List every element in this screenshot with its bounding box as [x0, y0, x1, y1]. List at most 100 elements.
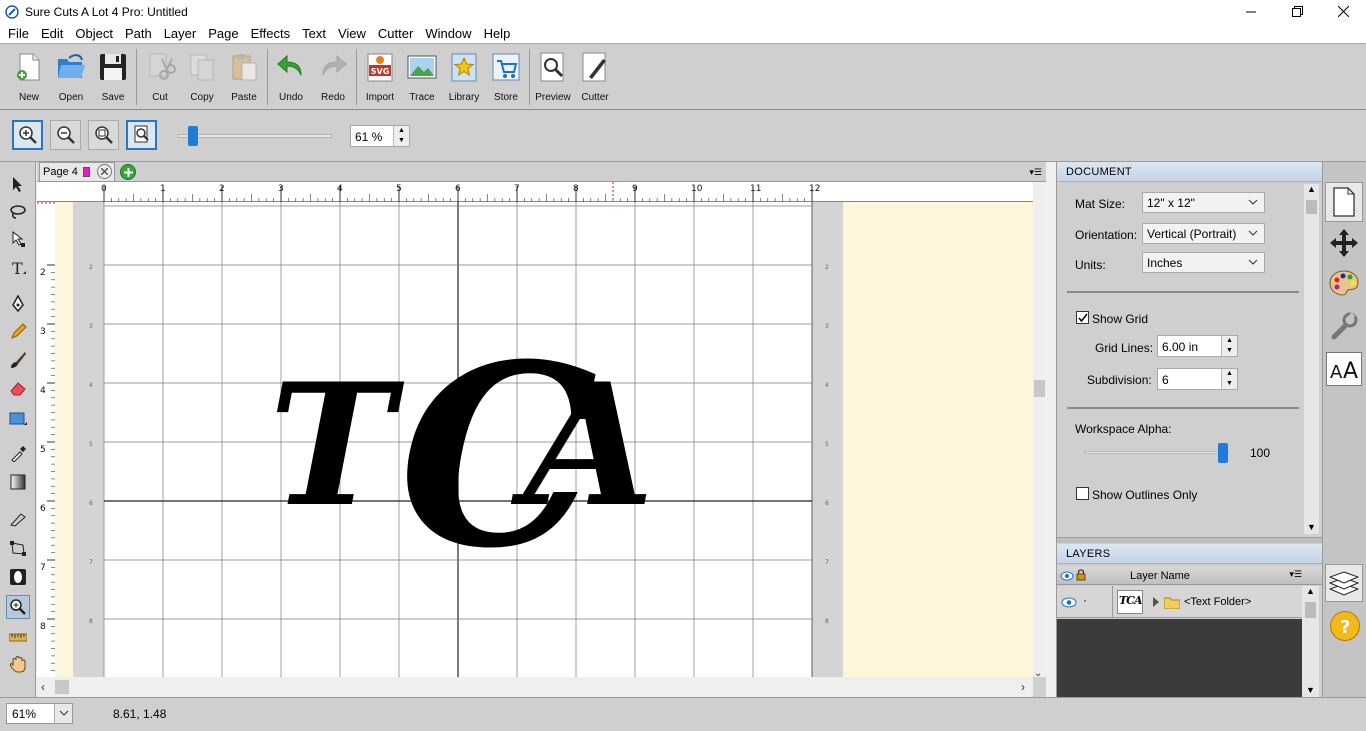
- copy-button[interactable]: Copy: [181, 44, 223, 106]
- menu-text[interactable]: Text: [296, 26, 332, 41]
- help-button[interactable]: ?: [1330, 611, 1360, 641]
- grid-lines-stepper[interactable]: ▲ ▼: [1221, 336, 1237, 356]
- undo-button[interactable]: Undo: [270, 44, 312, 106]
- color-panel-tab[interactable]: [1327, 266, 1361, 300]
- status-zoom-dropdown[interactable]: 61%: [6, 703, 73, 724]
- monogram-left-letter[interactable]: T: [269, 346, 405, 544]
- canvas-vscroll-thumb[interactable]: [1034, 380, 1045, 397]
- scroll-left-arrow[interactable]: ‹: [41, 680, 45, 694]
- document-scroll-thumb[interactable]: [1306, 200, 1317, 214]
- zoom-percent-field[interactable]: 61 % ▲ ▼: [350, 125, 410, 147]
- layers-menu-button[interactable]: ▾☰: [1289, 569, 1302, 580]
- cutter-button[interactable]: Cutter: [574, 44, 616, 106]
- zoom-out-button[interactable]: [50, 120, 81, 150]
- store-button[interactable]: Store: [485, 44, 527, 106]
- canvas-hscroll-thumb[interactable]: [55, 680, 69, 694]
- menu-page[interactable]: Page: [202, 26, 244, 41]
- pen-tool[interactable]: [6, 292, 30, 316]
- layer-row[interactable]: · TCA <Text Folder>: [1057, 586, 1302, 618]
- pencil-tool[interactable]: [6, 320, 30, 344]
- zoom-in-button[interactable]: [12, 120, 43, 150]
- layer-visible-eye-icon[interactable]: [1061, 597, 1077, 608]
- cut-button[interactable]: Cut: [139, 44, 181, 106]
- preview-button[interactable]: Preview: [532, 44, 574, 106]
- page-tabs-menu[interactable]: ▾☰: [1029, 167, 1042, 178]
- maximize-button[interactable]: [1274, 0, 1320, 23]
- paste-button[interactable]: Paste: [223, 44, 265, 106]
- scroll-down-arrow[interactable]: ⌄: [1034, 668, 1042, 679]
- save-button[interactable]: Save: [92, 44, 134, 106]
- document-scroll-down[interactable]: ▼: [1304, 522, 1319, 532]
- import-button[interactable]: SVG Import: [359, 44, 401, 106]
- units-dropdown[interactable]: Inches: [1142, 252, 1265, 273]
- menu-layer[interactable]: Layer: [158, 26, 203, 41]
- eyedropper-tool[interactable]: [6, 442, 30, 466]
- gradient-tool[interactable]: [6, 470, 30, 494]
- select-tool[interactable]: [6, 172, 30, 196]
- library-button[interactable]: Library: [443, 44, 485, 106]
- layers-scroll-thumb[interactable]: [1305, 602, 1316, 618]
- shape-tool[interactable]: [6, 407, 30, 431]
- lasso-tool[interactable]: [6, 200, 30, 224]
- orientation-dropdown[interactable]: Vertical (Portrait): [1142, 223, 1265, 244]
- path-tool[interactable]: [6, 536, 30, 560]
- mat-size-dropdown[interactable]: 12" x 12": [1142, 192, 1265, 213]
- brush-tool[interactable]: [6, 348, 30, 372]
- transform-panel-tab[interactable]: [1327, 226, 1361, 260]
- layers-panel-tab[interactable]: [1325, 564, 1363, 602]
- zoom-slider[interactable]: [178, 126, 332, 146]
- menu-edit[interactable]: Edit: [35, 26, 69, 41]
- document-scroll-up[interactable]: ▲: [1304, 184, 1319, 194]
- subdivision-field[interactable]: 6 ▲ ▼: [1157, 368, 1238, 390]
- zoom-tool[interactable]: [6, 595, 30, 619]
- node-select-tool[interactable]: [6, 227, 30, 251]
- menu-file[interactable]: File: [2, 26, 35, 41]
- canvas-area[interactable]: 0123456789101112 23456789223344556677889…: [37, 182, 1046, 697]
- text-tool[interactable]: T: [6, 256, 30, 280]
- layers-scroll-up[interactable]: ▲: [1302, 586, 1319, 596]
- close-page-button[interactable]: [97, 164, 112, 179]
- subdivision-stepper[interactable]: ▲ ▼: [1221, 369, 1237, 389]
- expand-triangle-icon[interactable]: [1152, 597, 1160, 607]
- menu-help[interactable]: Help: [478, 26, 517, 41]
- text-panel-tab[interactable]: AA: [1326, 352, 1362, 386]
- canvas-vscrollbar[interactable]: [1033, 182, 1046, 677]
- layers-scrollbar[interactable]: ▲ ▼: [1302, 586, 1319, 697]
- weld-tool[interactable]: [6, 565, 30, 589]
- menu-cutter[interactable]: Cutter: [372, 26, 419, 41]
- trace-button[interactable]: Trace: [401, 44, 443, 106]
- ruler-tool[interactable]: [6, 625, 30, 649]
- monogram-right-letter[interactable]: A: [510, 346, 654, 544]
- document-scrollbar[interactable]: ▲ ▼: [1304, 184, 1319, 534]
- menu-window[interactable]: Window: [419, 26, 477, 41]
- workspace-alpha-slider[interactable]: [1084, 443, 1229, 463]
- status-zoom-arrow[interactable]: [54, 704, 72, 723]
- hand-tool[interactable]: [6, 652, 30, 676]
- grid-lines-field[interactable]: 6.00 in ▲ ▼: [1157, 335, 1238, 357]
- workspace-alpha-thumb[interactable]: [1218, 443, 1228, 463]
- menu-view[interactable]: View: [332, 26, 372, 41]
- canvas-hscrollbar[interactable]: [37, 677, 1033, 697]
- show-grid-checkbox[interactable]: [1076, 311, 1089, 324]
- zoom-fit-button[interactable]: [88, 120, 119, 150]
- cut-settings-panel-tab[interactable]: [1327, 309, 1361, 343]
- eraser-tool[interactable]: [6, 376, 30, 400]
- new-button[interactable]: New: [8, 44, 50, 106]
- close-button[interactable]: [1320, 0, 1366, 23]
- zoom-page-button[interactable]: [126, 120, 157, 150]
- layer-lock-toggle[interactable]: ·: [1083, 593, 1087, 607]
- zoom-stepper[interactable]: ▲ ▼: [393, 126, 409, 146]
- document-panel-tab[interactable]: [1325, 182, 1363, 222]
- scroll-right-arrow[interactable]: ›: [1021, 680, 1025, 694]
- layers-scroll-down[interactable]: ▼: [1302, 685, 1319, 695]
- menu-path[interactable]: Path: [119, 26, 158, 41]
- knife-tool[interactable]: [6, 507, 30, 531]
- redo-button[interactable]: Redo: [312, 44, 354, 106]
- open-button[interactable]: Open: [50, 44, 92, 106]
- canvas[interactable]: 0123456789101112 23456789223344556677889…: [37, 182, 1046, 697]
- menu-effects[interactable]: Effects: [245, 26, 297, 41]
- minimize-button[interactable]: [1228, 0, 1274, 23]
- add-page-button[interactable]: [120, 164, 136, 180]
- show-outlines-checkbox[interactable]: [1076, 487, 1089, 500]
- zoom-slider-thumb[interactable]: [188, 126, 198, 146]
